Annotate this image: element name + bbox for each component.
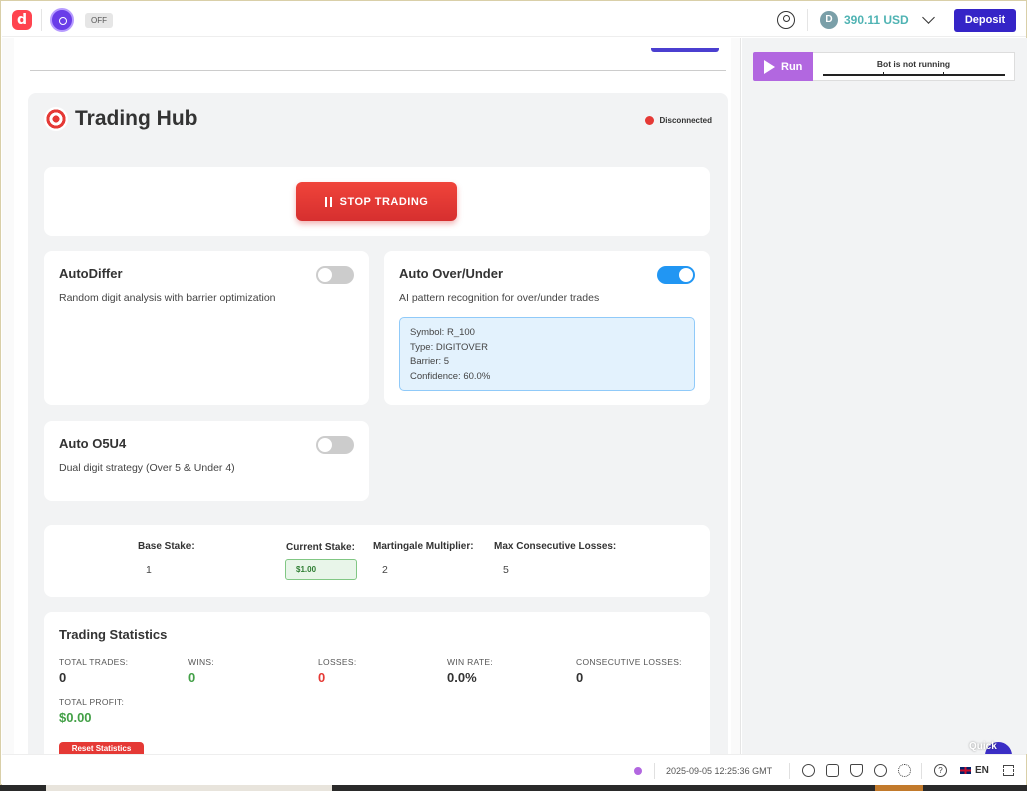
win-rate-value: 0.0% (447, 670, 477, 685)
bot-status: Bot is not running (813, 52, 1015, 81)
strategy-description: AI pattern recognition for over/under tr… (399, 292, 600, 304)
total-trades-label: TOTAL TRADES: (59, 657, 129, 667)
play-icon (764, 59, 775, 74)
footer-divider (921, 763, 922, 779)
account-balance[interactable]: 390.11 USD (844, 13, 909, 27)
signal-confidence: Confidence: 60.0% (410, 370, 491, 382)
toggle-knob (318, 438, 332, 452)
target-icon (44, 107, 68, 131)
strategy-description: Random digit analysis with barrier optim… (59, 292, 276, 304)
status-dot-icon (644, 116, 654, 125)
signal-symbol: Symbol: R_100 (410, 327, 475, 338)
top-header: d OFF D 390.11 USD Deposit (2, 2, 1026, 37)
current-stake-value: $1.00 (285, 559, 357, 580)
consecutive-losses-value: 0 (576, 670, 584, 685)
deriv-app-icon[interactable] (826, 764, 839, 777)
language-selector[interactable]: EN (959, 765, 989, 776)
martingale-value[interactable]: 2 (382, 564, 388, 576)
off-badge[interactable]: OFF (85, 13, 113, 28)
fullscreen-icon[interactable] (1003, 765, 1014, 776)
language-code: EN (975, 765, 989, 776)
stake-settings-card: Base Stake: 1 Current Stake: $1.00 Marti… (44, 525, 710, 597)
autodiffer-toggle[interactable] (316, 266, 354, 284)
total-trades-value: 0 (59, 670, 67, 685)
total-profit-label: TOTAL PROFIT: (59, 697, 125, 707)
connection-status-text: Disconnected (659, 116, 712, 125)
signal-info-box: Symbol: R_100 Type: DIGITOVER Barrier: 5… (399, 317, 695, 391)
max-losses-label: Max Consecutive Losses: (494, 541, 617, 552)
user-account-icon[interactable] (777, 11, 795, 29)
pause-icon (324, 196, 332, 207)
section-divider (30, 70, 726, 71)
hub-title-text: Trading Hub (75, 107, 198, 130)
help-icon[interactable]: ? (934, 764, 947, 777)
whatsapp-icon[interactable] (802, 764, 815, 777)
run-label: Run (781, 60, 803, 73)
strategy-description: Dual digit strategy (Over 5 & Under 4) (59, 462, 235, 474)
consecutive-losses-label: CONSECUTIVE LOSSES: (576, 657, 682, 667)
app-window: d OFF D 390.11 USD Deposit Trading Hub D… (0, 0, 1027, 786)
connection-status: Disconnected (644, 116, 712, 125)
uk-flag-icon (959, 766, 972, 775)
app-switcher-icon[interactable] (50, 8, 74, 32)
toggle-knob (679, 268, 693, 282)
base-stake-label: Base Stake: (138, 541, 195, 552)
stop-trading-button[interactable]: STOP TRADING (296, 182, 457, 221)
footer-divider (654, 763, 655, 779)
trading-statistics-card: Trading Statistics TOTAL TRADES: 0 WINS:… (44, 612, 710, 754)
server-time: 2025-09-05 12:25:36 GMT (666, 766, 773, 776)
max-losses-value[interactable]: 5 (503, 564, 509, 576)
signal-barrier: Barrier: 5 (410, 356, 450, 367)
header-divider (41, 9, 42, 31)
auto-o5u4-toggle[interactable] (316, 436, 354, 454)
auto-over-under-toggle[interactable] (657, 266, 695, 284)
deriv-logo[interactable]: d (12, 10, 32, 30)
taskbar-segment (875, 785, 923, 791)
hub-title: Trading Hub (44, 107, 198, 131)
martingale-label: Martingale Multiplier: (373, 541, 474, 552)
trading-hub: Trading Hub Disconnected STOP TRADING Au… (28, 93, 728, 754)
reset-statistics-button[interactable]: Reset Statistics (59, 742, 144, 754)
strategy-title: Auto Over/Under (399, 266, 504, 281)
strategy-card-auto-o5u4: Auto O5U4 Dual digit strategy (Over 5 & … (44, 421, 369, 501)
statistics-title: Trading Statistics (59, 627, 168, 642)
control-card: STOP TRADING (44, 167, 710, 236)
wins-label: WINS: (188, 657, 215, 667)
deposit-button[interactable]: Deposit (954, 9, 1016, 32)
current-stake-label: Current Stake: (286, 542, 355, 553)
total-profit-value: $0.00 (59, 710, 92, 725)
network-status-icon (634, 767, 642, 775)
strategy-title: Auto O5U4 (59, 436, 127, 451)
bot-status-text: Bot is not running (876, 59, 951, 69)
bot-progress-bar (823, 72, 1005, 76)
win-rate-label: WIN RATE: (447, 657, 493, 667)
strategy-title: AutoDiffer (59, 266, 123, 281)
shield-icon[interactable] (850, 764, 863, 777)
signal-type: Type: DIGITOVER (410, 341, 488, 353)
stop-trading-label: STOP TRADING (339, 195, 429, 208)
strategy-card-auto-over-under: Auto Over/Under AI pattern recognition f… (384, 251, 710, 405)
footer-divider (789, 763, 790, 779)
header-divider (807, 9, 808, 31)
wins-value: 0 (188, 670, 196, 685)
strategy-card-autodiffer: AutoDiffer Random digit analysis with ba… (44, 251, 369, 405)
footer: 2025-09-05 12:25:36 GMT ? EN (2, 754, 1026, 786)
theme-toggle-icon[interactable] (898, 764, 911, 777)
partial-button[interactable] (651, 48, 719, 52)
taskbar-segment (46, 785, 332, 791)
chevron-down-icon[interactable] (922, 11, 935, 24)
losses-label: LOSSES: (318, 657, 357, 667)
gauge-icon[interactable] (874, 764, 887, 777)
currency-coin-icon: D (820, 11, 838, 29)
base-stake-value[interactable]: 1 (146, 564, 152, 576)
bot-run-panel: Run Bot is not running (742, 38, 1027, 754)
toggle-knob (318, 268, 332, 282)
main-content: Trading Hub Disconnected STOP TRADING Au… (14, 38, 731, 754)
main-panel: Trading Hub Disconnected STOP TRADING Au… (2, 38, 741, 754)
run-button[interactable]: Run (753, 52, 813, 81)
losses-value: 0 (318, 670, 326, 685)
